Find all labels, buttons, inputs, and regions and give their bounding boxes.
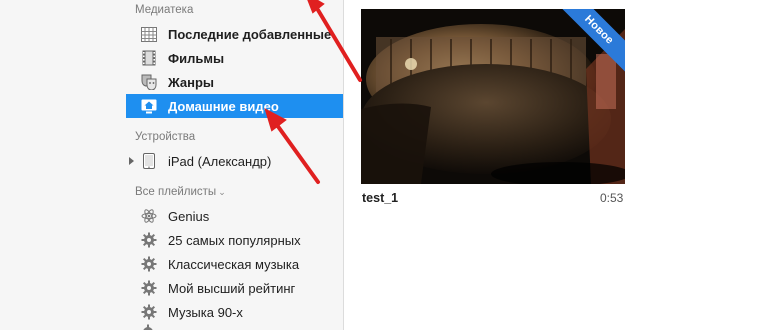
sidebar-item-label: iPad (Александр) [168, 153, 272, 169]
sidebar-item-label: Genius [168, 208, 210, 224]
gear-icon [140, 255, 158, 273]
sidebar-item-top-25[interactable]: 25 самых популярных [126, 228, 343, 252]
chevron-down-icon: ⌄ [218, 187, 226, 197]
library-section-header: Медиатека [135, 4, 194, 16]
sidebar-item-90s-music[interactable]: Музыка 90-х [126, 300, 343, 324]
gear-icon [140, 231, 158, 249]
sidebar-item-label: Последние добавленные [168, 26, 332, 42]
thumbnail-image [361, 9, 625, 184]
sidebar-item-label: Фильмы [168, 50, 225, 66]
video-title[interactable]: test_1 [362, 191, 398, 205]
ipad-icon [140, 152, 158, 170]
sidebar-item-movies[interactable]: Фильмы [126, 46, 343, 70]
masks-icon [140, 73, 158, 91]
sidebar-item-label: Музыка 90-х [168, 304, 243, 320]
sidebar-item-genius[interactable]: Genius [126, 204, 343, 228]
sidebar-item-label: 25 самых популярных [168, 232, 301, 248]
sidebar-item-recently-added[interactable]: Последние добавленные [126, 22, 343, 46]
gear-icon [140, 324, 156, 330]
grid-icon [140, 25, 158, 43]
sidebar-item-label: Домашние видео [168, 98, 279, 114]
sidebar-item-home-videos[interactable]: Домашние видео [126, 94, 343, 118]
sidebar-item-label: Классическая музыка [168, 256, 300, 272]
sidebar-item-label: Жанры [168, 74, 215, 90]
gear-icon [140, 303, 158, 321]
sidebar-item-ipad[interactable]: iPad (Александр) [126, 149, 343, 173]
sidebar: Медиатека Последние добавленные Фильмы Ж… [0, 0, 344, 330]
video-duration: 0:53 [600, 191, 624, 205]
home-video-icon [140, 97, 158, 115]
sidebar-item-genres[interactable]: Жанры [126, 70, 343, 94]
sidebar-item-classical[interactable]: Классическая музыка [126, 252, 343, 276]
playlists-section-header[interactable]: Все плейлисты ⌄ [135, 186, 226, 198]
gear-icon [140, 279, 158, 297]
playlists-header-label: Все плейлисты [135, 186, 217, 198]
sidebar-item-label: Мой высший рейтинг [168, 280, 296, 296]
devices-section-header: Устройства [135, 131, 196, 143]
sidebar-item-top-rated[interactable]: Мой высший рейтинг [126, 276, 343, 300]
video-thumbnail[interactable]: Новое [361, 9, 625, 184]
film-icon [140, 49, 158, 67]
genius-atom-icon [140, 207, 158, 225]
